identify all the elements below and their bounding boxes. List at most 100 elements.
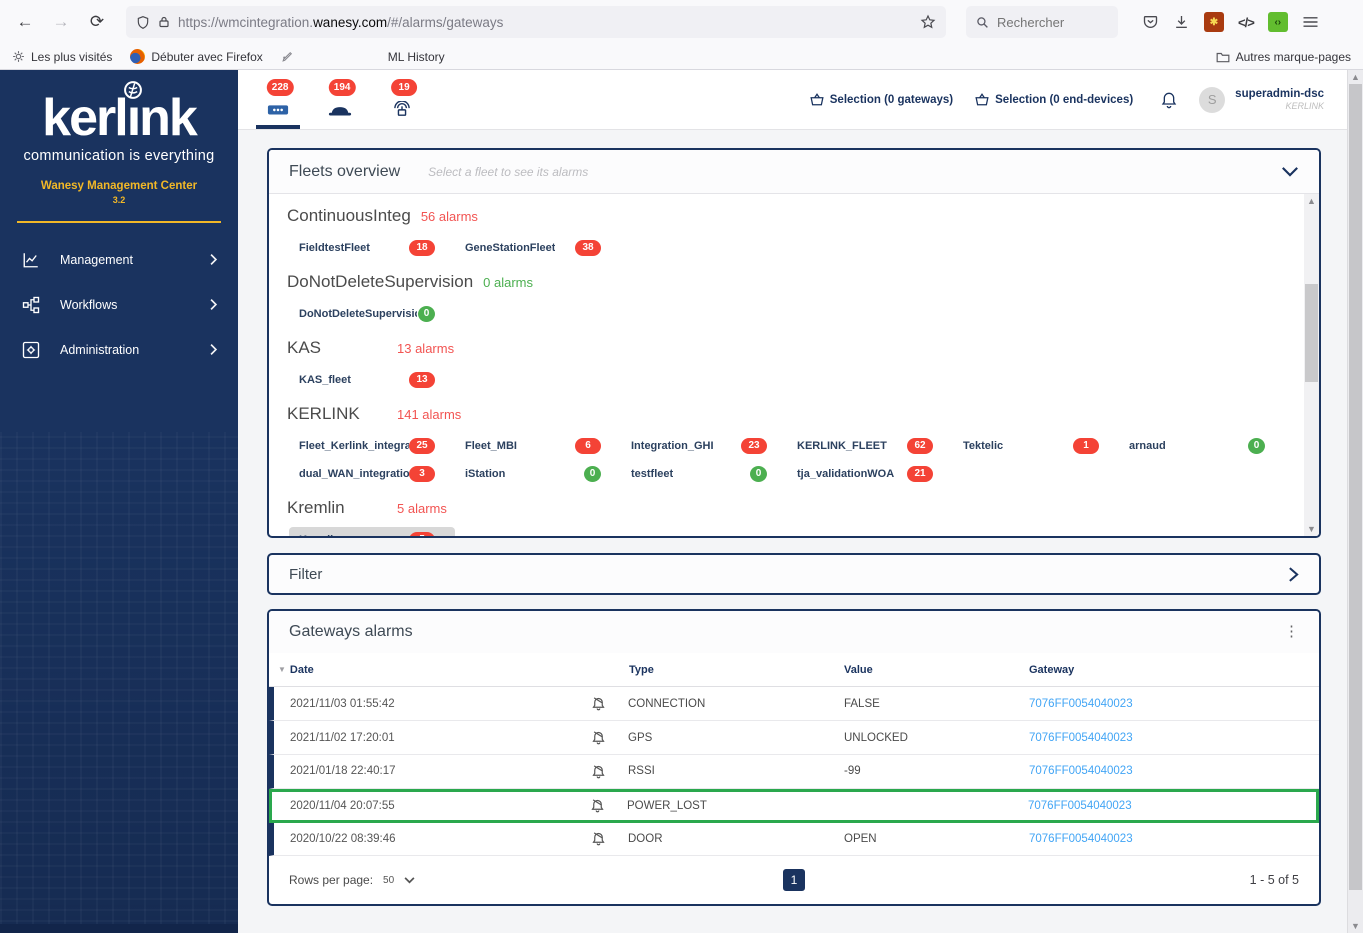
fleet-item-selected[interactable]: Kremlin 5 — [289, 527, 455, 536]
column-header-value[interactable]: Value — [844, 664, 1029, 676]
scroll-up-arrow[interactable]: ▲ — [1304, 194, 1319, 208]
pocket-icon[interactable] — [1142, 14, 1159, 30]
column-header-date[interactable]: ▼ Date — [278, 664, 591, 676]
bookmark-getting-started[interactable]: Débuter avec Firefox — [130, 49, 263, 64]
bookmark-star-icon[interactable] — [920, 14, 936, 30]
bookmark-most-visited[interactable]: Les plus visités — [12, 50, 112, 64]
forward-button[interactable]: → — [46, 7, 76, 37]
other-bookmarks[interactable]: Autres marque-pages — [1216, 50, 1351, 64]
menu-icon[interactable] — [1302, 15, 1319, 29]
gateway-link[interactable]: 7076FF0054040023 — [1029, 833, 1133, 845]
fleet-item[interactable]: Fleet_Kerlink_integration_... 25 — [289, 433, 455, 459]
bell-icon[interactable] — [1161, 91, 1177, 109]
fleet-item[interactable]: Tektelic 1 — [953, 433, 1119, 459]
scroll-down-arrow[interactable]: ▼ — [1348, 919, 1363, 933]
rows-per-page-select[interactable] — [404, 876, 415, 884]
gateways-alarms-panel: Gateways alarms ⋮ ▼ Date Type Value Gate… — [267, 609, 1321, 906]
fleet-item[interactable]: dual_WAN_integration_mpe 3 — [289, 461, 455, 487]
bell-slash-icon — [590, 798, 605, 813]
alarm-count-badge: 228 — [266, 79, 294, 96]
fleet-item[interactable]: tja_validationWOA 21 — [787, 461, 953, 487]
panel-title: Fleets overview — [289, 162, 401, 180]
scroll-down-arrow[interactable]: ▼ — [1304, 522, 1319, 536]
selection-end-devices-button[interactable]: Selection (0 end-devices) — [975, 93, 1133, 106]
alarm-count-badge: 1 — [1073, 438, 1099, 454]
page-scrollbar[interactable]: ▲ ▼ — [1347, 70, 1363, 933]
gateway-link[interactable]: 7076FF0054040023 — [1029, 698, 1133, 710]
download-icon[interactable] — [1173, 14, 1190, 30]
search-input[interactable] — [997, 14, 1097, 30]
scrollbar-thumb[interactable] — [1349, 84, 1362, 890]
gateway-link[interactable]: 7076FF0054040023 — [1029, 765, 1133, 777]
fleet-item[interactable]: testfleet 0 — [621, 461, 787, 487]
fleet-item[interactable]: arnaud 0 — [1119, 433, 1285, 459]
basket-icon — [810, 93, 824, 106]
fleet-item[interactable]: GeneStationFleet 38 — [455, 235, 621, 261]
fleet-item[interactable]: KAS_fleet 13 — [289, 367, 455, 393]
extension-green-icon[interactable]: ‹› — [1267, 12, 1288, 32]
alarm-count-badge: 6 — [575, 438, 601, 454]
gateway-link[interactable]: 7076FF0054040023 — [1028, 800, 1132, 812]
fleets-panel-header[interactable]: Fleets overview Select a fleet to see it… — [269, 150, 1319, 194]
reload-button[interactable]: ⟳ — [82, 7, 112, 37]
sidebar-item-administration[interactable]: Administration — [0, 327, 238, 372]
filter-panel[interactable]: Filter — [267, 553, 1321, 595]
fleet-group-name: DoNotDeleteSupervision — [287, 272, 474, 291]
sidebar-item-workflows[interactable]: Workflows — [0, 282, 238, 327]
url-bar[interactable]: https://wmcintegration.wanesy.com/#/alar… — [126, 6, 946, 38]
bookmark-ml-history[interactable]: ML History — [388, 50, 445, 64]
fleet-item[interactable]: iStation 0 — [455, 461, 621, 487]
alarm-row-highlighted[interactable]: 2020/11/04 20:07:55 POWER_LOST 7076FF005… — [269, 788, 1319, 823]
basket-icon — [975, 93, 989, 106]
app-name: Wanesy Management Center — [40, 180, 198, 192]
fleet-item[interactable]: FieldtestFleet 18 — [289, 235, 455, 261]
fleet-item[interactable]: DoNotDeleteSupervision 0 — [289, 301, 455, 327]
fleet-group-name: ContinuousInteg — [287, 206, 411, 225]
alarm-count-badge: 21 — [907, 466, 933, 482]
bookmark-pen[interactable] — [281, 50, 294, 63]
fleet-group-alarms: 141 alarms — [397, 407, 462, 422]
fleet-group-name: KERLINK — [287, 404, 360, 423]
lock-icon[interactable] — [158, 15, 170, 29]
fleet-item[interactable]: Fleet_MBI 6 — [455, 433, 621, 459]
tab-antennas[interactable]: 19 — [380, 70, 424, 129]
kebab-menu-icon[interactable]: ⋮ — [1284, 624, 1299, 639]
tab-end-devices[interactable]: 228 — [256, 70, 300, 129]
code-icon[interactable]: </> — [1238, 15, 1255, 30]
alarm-row[interactable]: 2021/01/18 22:40:17 RSSI -99 7076FF00540… — [269, 755, 1319, 789]
divider — [17, 221, 221, 223]
chevron-right-icon[interactable] — [1288, 566, 1299, 583]
pagination-range: 1 - 5 of 5 — [1249, 873, 1299, 888]
selection-gateways-button[interactable]: Selection (0 gateways) — [810, 93, 953, 106]
alarm-count-badge: 3 — [409, 466, 435, 482]
alarm-count-badge: 13 — [409, 372, 435, 388]
alarm-row[interactable]: 2021/11/03 01:55:42 CONNECTION FALSE 707… — [269, 687, 1319, 722]
alarm-row[interactable]: 2021/11/02 17:20:01 GPS UNLOCKED 7076FF0… — [269, 721, 1319, 755]
column-header-gateway[interactable]: Gateway — [1029, 664, 1319, 676]
extension-orange-icon[interactable]: ✱ — [1204, 12, 1224, 32]
device-icon — [267, 102, 289, 116]
tab-gateways[interactable]: 194 — [318, 70, 362, 129]
search-box[interactable] — [966, 6, 1118, 38]
sidebar-footer — [0, 924, 238, 933]
fleet-item[interactable]: KERLINK_FLEET 62 — [787, 433, 953, 459]
user-name: superadmin-dsc — [1235, 87, 1324, 100]
scroll-up-arrow[interactable]: ▲ — [1348, 70, 1363, 84]
alarm-count-badge: 0 — [750, 466, 767, 482]
fleets-scrollbar[interactable]: ▲ ▼ — [1304, 194, 1319, 536]
fleet-item[interactable]: Integration_GHI 23 — [621, 433, 787, 459]
chevron-down-icon[interactable] — [1281, 166, 1299, 177]
shield-icon[interactable] — [136, 15, 150, 30]
column-header-type[interactable]: Type — [591, 664, 844, 676]
page-number-button[interactable]: 1 — [783, 869, 805, 892]
antenna-icon — [391, 100, 413, 117]
user-menu[interactable]: S superadmin-dsc KERLINK — [1199, 86, 1324, 113]
alarm-row[interactable]: 2020/10/22 08:39:46 DOOR OPEN 7076FF0054… — [269, 822, 1319, 857]
user-org: KERLINK — [1285, 101, 1324, 112]
sidebar-item-management[interactable]: Management — [0, 237, 238, 282]
gateway-link[interactable]: 7076FF0054040023 — [1029, 732, 1133, 744]
scrollbar-thumb[interactable] — [1305, 284, 1318, 382]
back-button[interactable]: ← — [10, 7, 40, 37]
fleet-group-alarms: 5 alarms — [397, 501, 447, 516]
chevron-right-icon — [209, 343, 218, 356]
